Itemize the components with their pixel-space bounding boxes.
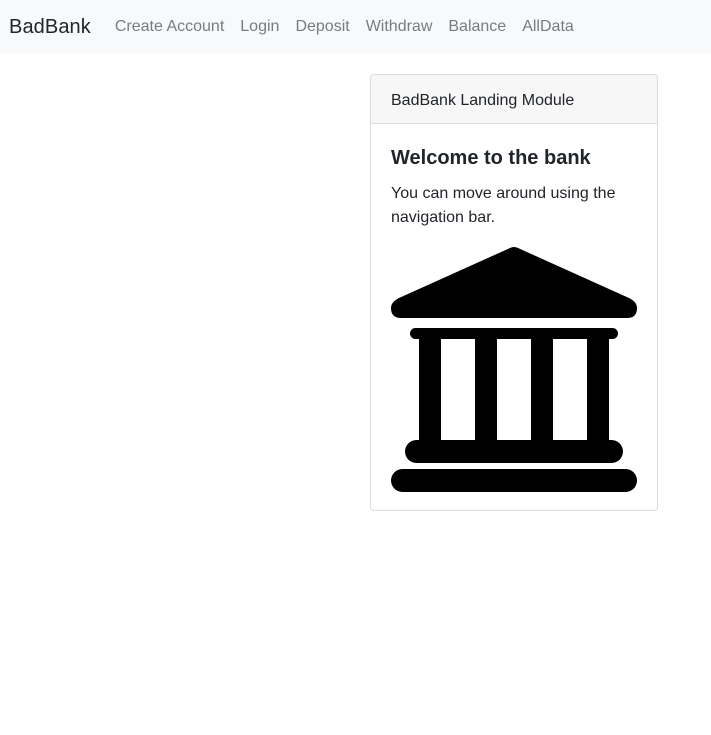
roof-shape xyxy=(391,247,637,318)
upper-base-shape xyxy=(405,440,623,463)
bank-building-icon xyxy=(391,247,637,492)
entablature-shape xyxy=(410,328,618,339)
landing-card: BadBank Landing Module Welcome to the ba… xyxy=(370,74,658,511)
column-shape xyxy=(419,334,441,444)
card-text: You can move around using the navigation… xyxy=(391,185,616,226)
nav-link-alldata[interactable]: AllData xyxy=(514,18,582,35)
column-shape xyxy=(475,334,497,444)
nav-link-balance[interactable]: Balance xyxy=(440,18,514,35)
brand-link[interactable]: BadBank xyxy=(9,17,91,37)
navbar: BadBank Create Account Login Deposit Wit… xyxy=(0,0,711,53)
nav-link-login[interactable]: Login xyxy=(232,18,287,35)
column-shape xyxy=(531,334,553,444)
nav-link-withdraw[interactable]: Withdraw xyxy=(358,18,441,35)
nav-links: Create Account Login Deposit Withdraw Ba… xyxy=(107,18,582,35)
nav-link-create-account[interactable]: Create Account xyxy=(107,18,232,35)
card-title: Welcome to the bank xyxy=(391,147,591,169)
nav-link-deposit[interactable]: Deposit xyxy=(287,18,357,35)
lower-base-shape xyxy=(391,469,637,492)
card-body: Welcome to the bank You can move around … xyxy=(371,124,657,492)
column-shape xyxy=(587,334,609,444)
card-header: BadBank Landing Module xyxy=(371,75,657,124)
